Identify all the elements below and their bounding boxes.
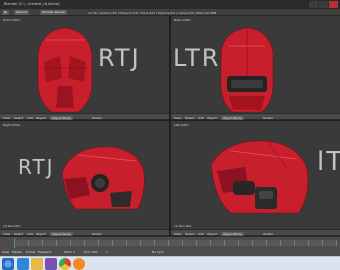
timeline-tick	[42, 240, 43, 246]
timeline-tick	[322, 240, 323, 246]
helmet-front-model	[37, 27, 93, 113]
mode-selector[interactable]: Object Mode	[221, 231, 244, 236]
add-menu[interactable]: Add	[198, 232, 204, 236]
view-menu[interactable]: View	[174, 232, 181, 236]
internet-explorer-icon[interactable]	[17, 258, 29, 270]
timeline-tick	[126, 240, 127, 246]
viewport-right[interactable]: Right Ortho RTJ (1) Bev.001	[0, 121, 169, 229]
select-menu[interactable]: Select	[185, 116, 194, 120]
timeline-ruler[interactable]	[14, 240, 337, 246]
mode-selector[interactable]: Object Mode	[50, 115, 73, 120]
timeline-marker-menu[interactable]: Marker	[12, 250, 22, 254]
viewport-header-front: View Select Add Object Object Mode Globa…	[0, 113, 169, 120]
timeline-tick	[266, 240, 267, 246]
os-taskbar	[0, 256, 340, 270]
viewport-footer: (1) Bev.001	[3, 224, 21, 228]
add-menu[interactable]: Add	[27, 232, 33, 236]
current-frame-marker[interactable]	[14, 238, 15, 248]
close-button[interactable]	[329, 1, 338, 8]
timeline-tick	[308, 240, 309, 246]
timeline-view-menu[interactable]: View	[2, 250, 9, 254]
scene-statistics: v2.79 | Verts:2,720 | Faces:2,712 | Tris…	[88, 10, 217, 15]
timeline-tick	[294, 240, 295, 246]
timeline-tick	[56, 240, 57, 246]
viewport-footer: (1) Bev.001	[174, 224, 192, 228]
end-frame-field[interactable]: End: 250	[84, 250, 97, 254]
render-engine-selector[interactable]: Blender Render	[40, 10, 68, 15]
visual-studio-icon[interactable]	[45, 258, 57, 270]
timeline-tick	[196, 240, 197, 246]
timeline-frame-menu[interactable]: Frame	[26, 250, 35, 254]
view-menu[interactable]: View	[3, 232, 10, 236]
helmet-side-model	[61, 146, 145, 210]
orientation-selector[interactable]: Global	[92, 116, 102, 120]
timeline-editor: View Marker Frame Playback Start: 1 End:…	[0, 236, 340, 256]
view-menu[interactable]: View	[3, 116, 10, 120]
timeline-tick	[28, 240, 29, 246]
window-title: Blender [C:\...\helmet_rtj.blend]	[4, 2, 60, 6]
start-frame-field[interactable]: Start: 1	[64, 250, 75, 254]
add-menu[interactable]: Add	[198, 116, 204, 120]
object-menu[interactable]: Object	[207, 116, 217, 120]
minimize-button[interactable]	[309, 1, 318, 8]
orientation-selector[interactable]: Global	[263, 116, 273, 120]
info-header: ▤ Default Blender Render v2.79 | Verts:2…	[0, 9, 340, 16]
timeline-tick	[336, 240, 337, 246]
helmet-back-model	[220, 27, 274, 113]
timeline-tick	[154, 240, 155, 246]
add-menu[interactable]: Add	[27, 116, 33, 120]
viewport-header-left: View Select Add Object Object Mode Globa…	[171, 229, 340, 236]
timeline-tick	[238, 240, 239, 246]
orientation-selector[interactable]: Global	[92, 232, 102, 236]
select-menu[interactable]: Select	[14, 232, 23, 236]
orientation-selector[interactable]: Global	[263, 232, 273, 236]
editor-type-menu[interactable]: ▤	[2, 10, 9, 15]
layout-selector[interactable]: Default	[14, 10, 29, 15]
timeline-controls: View Marker Frame Playback Start: 1 End:…	[2, 249, 338, 255]
select-menu[interactable]: Select	[185, 232, 194, 236]
helmet-perspective-model	[210, 140, 309, 214]
timeline-tick	[98, 240, 99, 246]
timeline-tick	[280, 240, 281, 246]
chrome-icon[interactable]	[59, 258, 71, 270]
reference-text-partial: lT	[317, 147, 340, 177]
blender-icon[interactable]	[73, 258, 85, 270]
timeline-tick	[252, 240, 253, 246]
mode-selector[interactable]: Object Mode	[50, 231, 73, 236]
timeline-tick	[224, 240, 225, 246]
viewport-left[interactable]: Left Ortho lT (1) Bev.001	[171, 121, 340, 229]
window-titlebar: Blender [C:\...\helmet_rtj.blend]	[0, 0, 340, 9]
select-menu[interactable]: Select	[14, 116, 23, 120]
timeline-playback-menu[interactable]: Playback	[38, 250, 51, 254]
timeline-tick	[84, 240, 85, 246]
object-menu[interactable]: Object	[36, 232, 46, 236]
view-menu[interactable]: View	[174, 116, 181, 120]
viewport-back[interactable]: Back Ortho LTR (1) Bev.001	[171, 16, 340, 119]
object-menu[interactable]: Object	[207, 232, 217, 236]
mode-selector[interactable]: Object Mode	[221, 115, 244, 120]
object-menu[interactable]: Object	[36, 116, 46, 120]
timeline-tick	[210, 240, 211, 246]
timeline-tick	[140, 240, 141, 246]
windows-start-icon[interactable]	[2, 258, 14, 270]
viewport-front[interactable]: Front Ortho RTJ (1) Bev.001	[0, 16, 169, 119]
timeline-tick	[112, 240, 113, 246]
sync-selector[interactable]: No Sync	[152, 250, 164, 254]
viewport-header-right: View Select Add Object Object Mode Globa…	[0, 229, 169, 236]
timeline-tick	[168, 240, 169, 246]
timeline-tick	[70, 240, 71, 246]
viewport-header-back: View Select Add Object Object Mode Globa…	[171, 113, 340, 120]
current-frame-field[interactable]: 1	[106, 250, 108, 254]
folder-icon[interactable]	[31, 258, 43, 270]
reference-text-rtj: RTJ	[98, 44, 141, 72]
timeline-tick	[182, 240, 183, 246]
maximize-button[interactable]	[319, 1, 328, 8]
